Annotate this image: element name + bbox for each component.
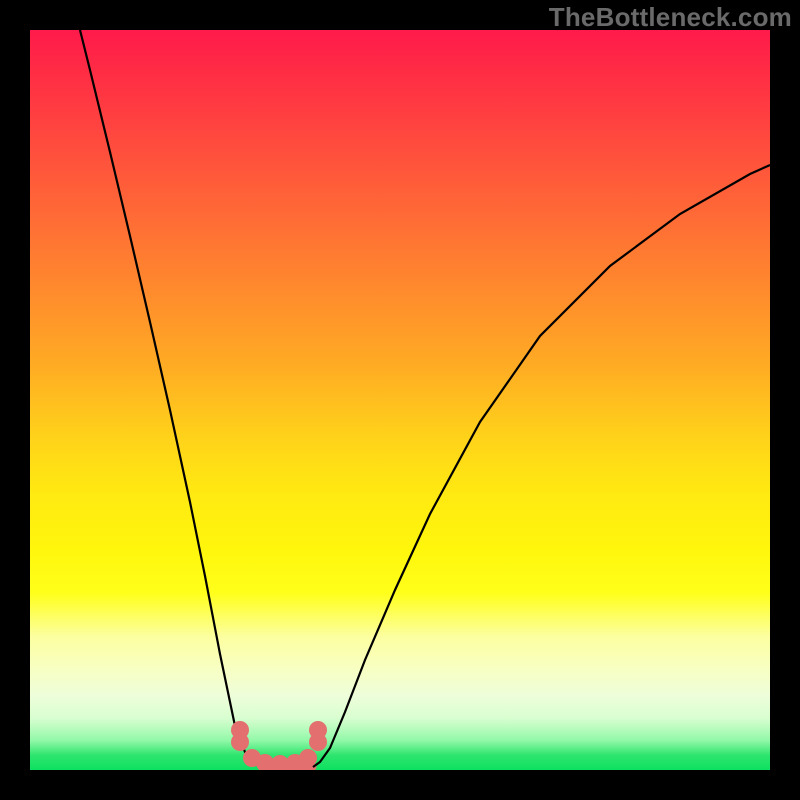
- chart-svg: [30, 30, 770, 770]
- valley-dot: [231, 733, 249, 751]
- watermark-text: TheBottleneck.com: [549, 4, 792, 30]
- chart-plot-area: [30, 30, 770, 770]
- valley-dot: [309, 721, 327, 739]
- curve-right-branch: [313, 165, 770, 767]
- chart-stage: TheBottleneck.com: [0, 0, 800, 800]
- valley-dot: [299, 749, 317, 767]
- curve-left-branch: [80, 30, 262, 767]
- valley-dot-markers: [231, 721, 327, 770]
